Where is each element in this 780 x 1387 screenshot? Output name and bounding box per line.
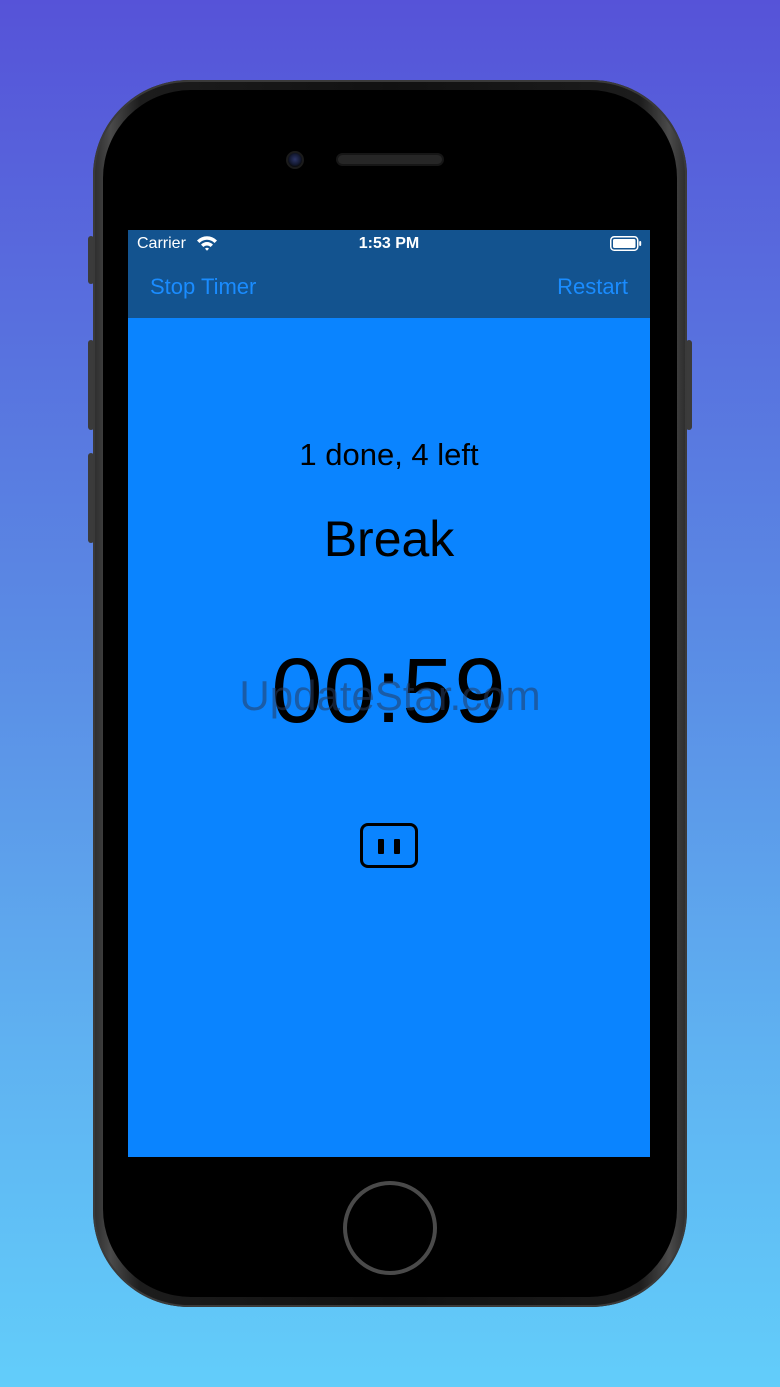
front-camera — [286, 151, 304, 169]
phase-label: Break — [323, 511, 455, 567]
session-progress-label: 1 done, 4 left — [299, 437, 479, 472]
status-time: 1:53 PM — [358, 235, 420, 252]
app-screen: Carrier 1:53 PM Stop Timer Restart 1 don… — [128, 230, 650, 1157]
pause-icon-bar-right — [394, 839, 400, 854]
navigation-bar: Carrier 1:53 PM Stop Timer Restart — [128, 230, 650, 318]
pause-button[interactable] — [360, 823, 418, 868]
home-button[interactable] — [343, 1181, 437, 1275]
battery-icon — [610, 236, 642, 251]
earpiece-speaker — [338, 155, 442, 164]
stop-timer-button[interactable]: Stop Timer — [150, 274, 256, 300]
countdown-timer: 00:59 — [271, 640, 507, 742]
restart-button[interactable]: Restart — [557, 274, 628, 300]
pause-icon-bar-left — [378, 839, 384, 854]
status-bar: Carrier 1:53 PM — [128, 230, 650, 260]
